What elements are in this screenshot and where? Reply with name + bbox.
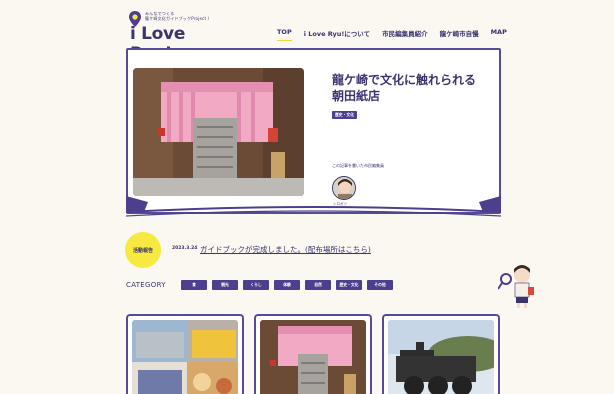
article-card[interactable] (382, 314, 500, 394)
article-card-photo (260, 320, 366, 394)
featured-article-ribbon (126, 196, 501, 217)
article-card[interactable] (254, 314, 372, 394)
logo-tagline: みんなでつくる 龍ケ崎文化ガイドブックProject / (145, 11, 209, 21)
nav-pride[interactable]: 龍ケ崎市自慢 (440, 28, 479, 41)
featured-article-title[interactable]: 龍ケ崎で文化に触れられる 朝田紙店 (332, 72, 476, 104)
category-nature[interactable]: 自然 (305, 280, 331, 290)
nav-map[interactable]: MAP (491, 28, 507, 41)
category-sightseeing[interactable]: 観光 (212, 280, 238, 290)
nav-top[interactable]: TOP (277, 28, 292, 41)
article-card[interactable] (126, 314, 244, 394)
logo-tagline-line2: 龍ケ崎文化ガイドブックProject / (145, 16, 210, 21)
category-living[interactable]: くらし (243, 280, 269, 290)
site-logo[interactable]: みんなでつくる 龍ケ崎文化ガイドブックProject / i Love Ryu! (128, 10, 228, 64)
news-link[interactable]: ガイドブックが完成しました。(配布場所はこちら) (200, 244, 371, 255)
category-history-culture[interactable]: 歴史・文化 (336, 280, 362, 290)
category-experience[interactable]: 体験 (274, 280, 300, 290)
news-date: 2023.3.24 (172, 246, 198, 251)
nav-about[interactable]: i Love Ryu!について (304, 28, 370, 41)
main-nav: TOP i Love Ryu!について 市民編集員紹介 龍ケ崎市自慢 MAP (277, 28, 507, 41)
nav-editors[interactable]: 市民編集員紹介 (382, 28, 428, 41)
featured-category-tag[interactable]: 歴史・文化 (332, 111, 357, 119)
featured-article-photo (133, 68, 304, 196)
featured-title-line2: 朝田紙店 (332, 89, 381, 103)
category-label: CATEGORY (126, 281, 166, 289)
news-badge: 活動報告 (125, 232, 161, 268)
category-list: 食 観光 くらし 体験 自然 歴史・文化 その他 (181, 280, 393, 290)
category-other[interactable]: その他 (367, 280, 393, 290)
category-food[interactable]: 食 (181, 280, 207, 290)
article-card-photo (132, 320, 238, 394)
featured-author-label: この記事を書いた市民編集員 (332, 163, 384, 168)
featured-title-line1: 龍ケ崎で文化に触れられる (332, 73, 477, 87)
mascot-illustration (498, 265, 534, 308)
featured-article[interactable]: 龍ケ崎で文化に触れられる 朝田紙店 歴史・文化 この記事を書いた市民編集員 シロ… (126, 48, 501, 214)
article-card-photo (388, 320, 494, 394)
